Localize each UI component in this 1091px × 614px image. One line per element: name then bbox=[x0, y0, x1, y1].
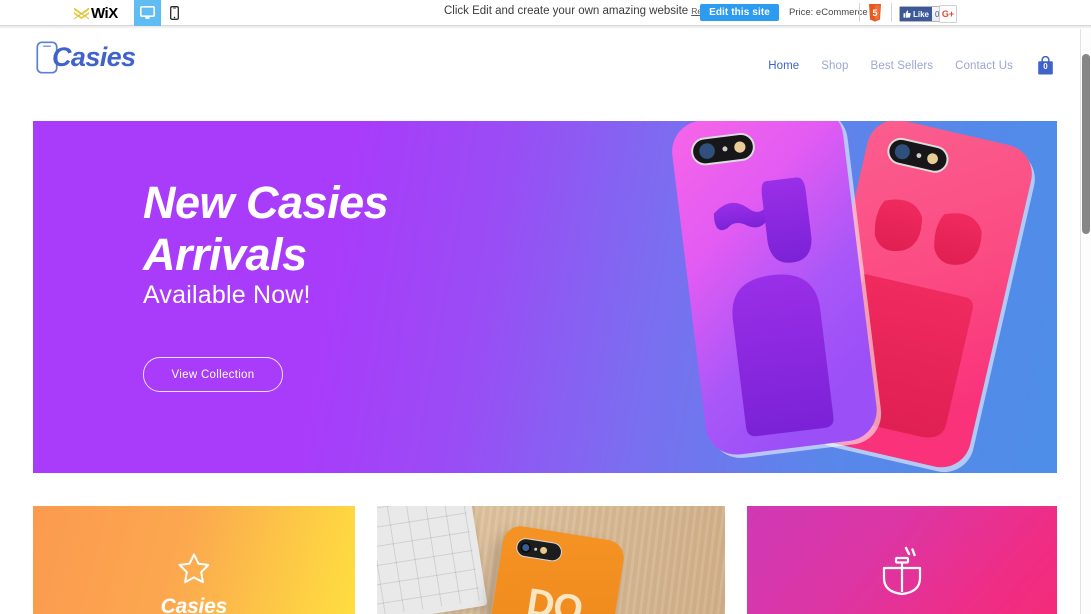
ship-outline-icon bbox=[882, 546, 922, 596]
star-outline-icon bbox=[178, 553, 210, 584]
editor-promo-message: Click Edit and create your own amazing w… bbox=[444, 5, 733, 17]
mobile-view-button[interactable] bbox=[161, 0, 188, 26]
main-navigation: Home Shop Best Sellers Contact Us 0 bbox=[768, 55, 1054, 75]
site-logo[interactable]: Casies bbox=[36, 41, 136, 74]
desktop-monitor-icon bbox=[140, 6, 155, 19]
desktop-view-button[interactable] bbox=[134, 0, 161, 26]
wix-editor-bar: WiX Click Edit and create your own amazi… bbox=[0, 0, 1091, 26]
camera-cutout bbox=[514, 536, 564, 563]
nav-item-shop[interactable]: Shop bbox=[821, 60, 848, 72]
site-logo-text: Casies bbox=[52, 42, 136, 72]
facebook-like-label-wrap: Like bbox=[900, 7, 933, 21]
nav-item-home[interactable]: Home bbox=[768, 60, 799, 72]
purple-phone-case bbox=[672, 121, 882, 459]
bar-divider-1 bbox=[859, 3, 860, 22]
microphone-dot-icon bbox=[533, 547, 538, 551]
thumbs-up-icon bbox=[903, 10, 911, 18]
site-canvas: Casies Home Shop Best Sellers Contact Us… bbox=[0, 29, 1080, 614]
case-caption-text: DO N'T bbox=[523, 581, 585, 614]
cart-count: 0 bbox=[1043, 62, 1048, 71]
card-product-photo[interactable]: DO N'T bbox=[376, 506, 725, 614]
edit-this-site-button[interactable]: Edit this site bbox=[700, 4, 779, 21]
html5-icon: 5 bbox=[869, 4, 881, 22]
hero-banner: New Casies Arrivals Available Now! View … bbox=[33, 121, 1057, 473]
mobile-phone-icon bbox=[170, 6, 179, 20]
html5-badge[interactable]: 5 bbox=[868, 4, 882, 22]
camera-flash-icon bbox=[539, 546, 548, 555]
card-free-shipping[interactable]: Free Shipping bbox=[746, 506, 1058, 614]
google-plus-button[interactable]: G+ bbox=[939, 5, 957, 23]
nav-item-best-sellers[interactable]: Best Sellers bbox=[871, 60, 934, 72]
cart-button[interactable]: 0 bbox=[1037, 55, 1054, 75]
price-label: Price: eCommerce bbox=[789, 7, 868, 18]
wix-logo[interactable]: WiX bbox=[73, 4, 118, 22]
wix-wordmark: WiX bbox=[91, 4, 118, 22]
card-best-sellers[interactable]: Casies Best Sellers bbox=[33, 506, 355, 614]
card-best-sellers-text: Casies Best Sellers bbox=[160, 595, 228, 614]
site-header: Casies Home Shop Best Sellers Contact Us… bbox=[0, 29, 1080, 92]
editor-bar-shadow bbox=[0, 26, 1091, 29]
svg-text:5: 5 bbox=[872, 8, 877, 18]
hero-title: New Casies Arrivals bbox=[143, 177, 389, 280]
keyboard-object bbox=[376, 506, 488, 614]
feature-cards: Casies Best Sellers DO N'T Free Shi bbox=[33, 506, 1058, 614]
editor-promo-text: Click Edit and create your own amazing w… bbox=[444, 5, 689, 17]
view-collection-button[interactable]: View Collection bbox=[143, 357, 283, 392]
page-scrollbar-thumb[interactable] bbox=[1082, 54, 1090, 234]
camera-lens-icon bbox=[519, 541, 532, 554]
hero-subtitle: Available Now! bbox=[143, 281, 311, 309]
nav-item-contact-us[interactable]: Contact Us bbox=[955, 60, 1013, 72]
facebook-like-text: Like bbox=[913, 9, 930, 19]
hero-phone-cases-image bbox=[672, 121, 1035, 473]
wix-logo-icon bbox=[73, 7, 90, 19]
page-scrollbar-track[interactable] bbox=[1080, 29, 1091, 614]
bar-divider-2 bbox=[891, 3, 892, 22]
device-toggle bbox=[134, 0, 188, 26]
